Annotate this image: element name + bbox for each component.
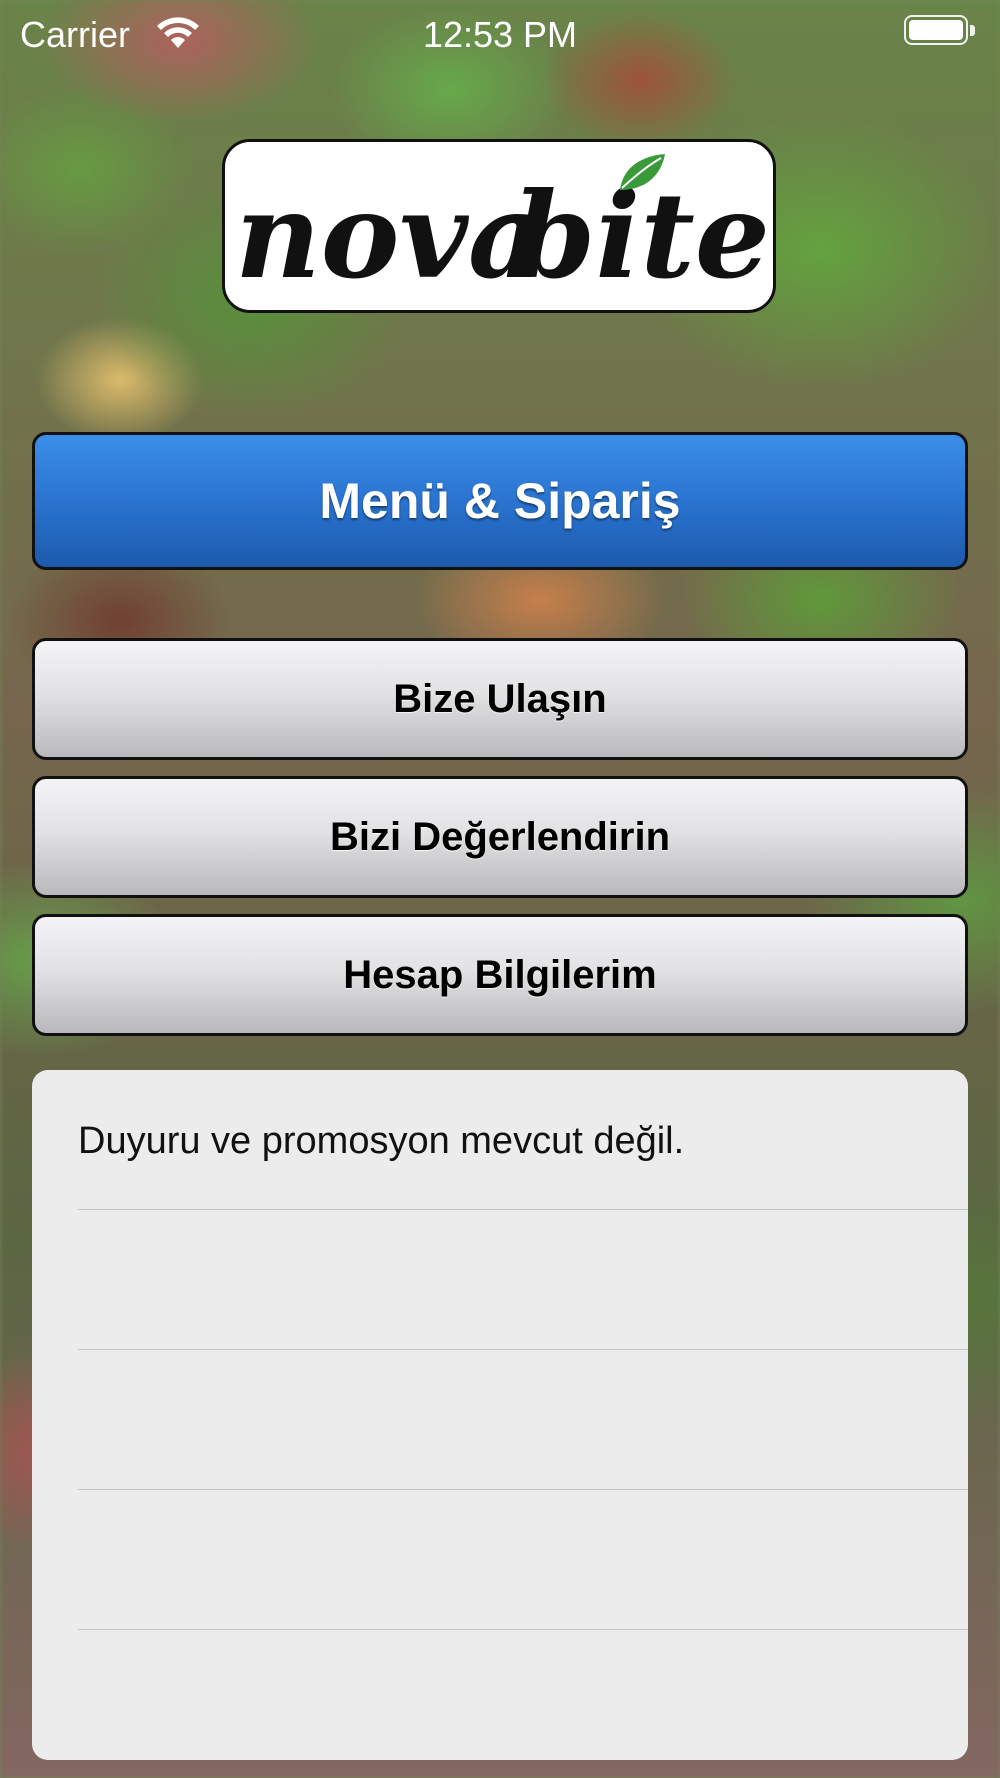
logo-text-bite: bite: [513, 166, 770, 305]
menu-order-button[interactable]: Menü & Sipariş: [32, 432, 968, 570]
rate-us-button[interactable]: Bizi Değerlendirin: [32, 776, 968, 898]
nova-bite-logo: nova bite: [222, 139, 776, 313]
announcement-row: Duyuru ve promosyon mevcut değil.: [78, 1070, 968, 1210]
announcements-panel[interactable]: Duyuru ve promosyon mevcut değil.: [32, 1070, 968, 1760]
contact-us-label: Bize Ulaşın: [393, 676, 607, 721]
announcement-text: Duyuru ve promosyon mevcut değil.: [78, 1120, 685, 1162]
announcement-row: [78, 1350, 968, 1490]
account-info-label: Hesap Bilgilerim: [343, 952, 657, 997]
battery-icon: [904, 15, 978, 49]
menu-order-label: Menü & Sipariş: [319, 473, 681, 529]
account-info-button[interactable]: Hesap Bilgilerim: [32, 914, 968, 1036]
contact-us-button[interactable]: Bize Ulaşın: [32, 638, 968, 760]
status-bar: Carrier 12:53 PM: [0, 0, 1000, 66]
announcement-row: [78, 1210, 968, 1350]
status-time: 12:53 PM: [422, 14, 578, 55]
rate-us-label: Bizi Değerlendirin: [329, 814, 671, 859]
logo-text-nova: nova: [235, 166, 545, 305]
announcement-row: [78, 1490, 968, 1630]
